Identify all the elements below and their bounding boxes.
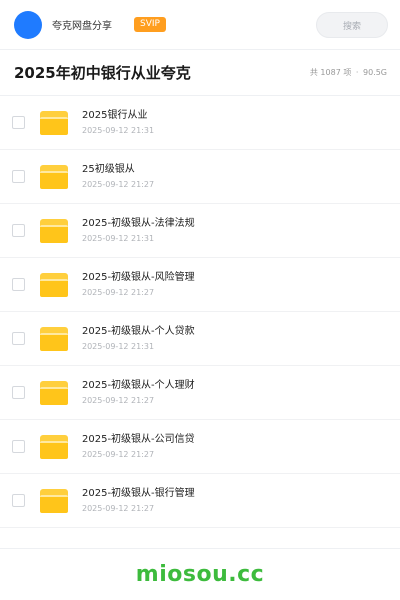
footer: miosou.cc [0,548,400,600]
file-name: 2025银行从业 [82,110,148,121]
select-checkbox[interactable] [12,170,25,183]
search-input[interactable]: 搜索 [316,12,388,38]
file-date: 2025-09-12 21:27 [82,180,155,189]
list-item[interactable]: 2025-初级银从-法律法规 2025-09-12 21:31 [0,204,400,258]
page-title: 2025年初中银行从业夸克 [14,64,191,82]
file-name: 2025-初级银从-法律法规 [82,218,195,229]
list-item[interactable]: 2025-初级银从-个人贷款 2025-09-12 21:31 [0,312,400,366]
list-item[interactable]: 2025-初级银从-公司信贷 2025-09-12 21:27 [0,420,400,474]
file-name: 2025-初级银从-风险管理 [82,272,195,283]
file-name: 2025-初级银从-银行管理 [82,488,195,499]
file-date: 2025-09-12 21:31 [82,342,155,351]
list-item[interactable]: 2025-初级银从-风险管理 2025-09-12 21:27 [0,258,400,312]
folder-meta: 共 1087 项 · 90.5G [310,67,387,78]
file-date: 2025-09-12 21:27 [82,450,155,459]
folder-icon [40,488,68,513]
search-placeholder: 搜索 [342,21,361,32]
folder-icon [40,380,68,405]
select-checkbox[interactable] [12,332,25,345]
folder-icon [40,218,68,243]
file-list: 2025银行从业 2025-09-12 21:31 25初级银从 2025-09… [0,96,400,528]
select-checkbox[interactable] [12,494,25,507]
file-name: 25初级银从 [82,164,135,175]
list-item[interactable]: 25初级银从 2025-09-12 21:27 [0,150,400,204]
select-checkbox[interactable] [12,278,25,291]
file-info: 2025-初级银从-个人理财 2025-09-12 21:27 [82,379,195,406]
list-item[interactable]: 2025-初级银从-个人理财 2025-09-12 21:27 [0,366,400,420]
file-info: 25初级银从 2025-09-12 21:27 [82,163,154,190]
folder-icon [40,272,68,297]
select-checkbox[interactable] [12,386,25,399]
watermark-brand: miosou.cc [135,562,265,587]
select-checkbox[interactable] [12,116,25,129]
file-info: 2025银行从业 2025-09-12 21:31 [82,109,154,136]
file-date: 2025-09-12 21:31 [82,234,155,243]
share-owner-name: 夸克网盘分享 [52,21,112,32]
file-info: 2025-初级银从-风险管理 2025-09-12 21:27 [82,271,195,298]
title-bar: 2025年初中银行从业夸克 共 1087 项 · 90.5G [0,50,400,96]
file-info: 2025-初级银从-法律法规 2025-09-12 21:31 [82,217,195,244]
folder-icon [40,326,68,351]
folder-icon [40,110,68,135]
meta-separator: · [355,68,359,77]
avatar[interactable] [14,10,42,39]
file-name: 2025-初级银从-公司信贷 [82,434,195,445]
list-item[interactable]: 2025银行从业 2025-09-12 21:31 [0,96,400,150]
file-name: 2025-初级银从-个人贷款 [82,326,195,337]
file-date: 2025-09-12 21:31 [82,126,155,135]
svip-badge: SVIP [134,17,166,32]
file-date: 2025-09-12 21:27 [82,504,155,513]
app-header: 夸克网盘分享 SVIP 搜索 [0,0,400,50]
file-date: 2025-09-12 21:27 [82,288,155,297]
list-item[interactable]: 2025-初级银从-银行管理 2025-09-12 21:27 [0,474,400,528]
folder-icon [40,164,68,189]
total-size: 90.5G [362,68,387,77]
item-count: 共 1087 项 [309,68,352,77]
file-info: 2025-初级银从-公司信贷 2025-09-12 21:27 [82,433,195,460]
select-checkbox[interactable] [12,224,25,237]
file-info: 2025-初级银从-银行管理 2025-09-12 21:27 [82,487,195,514]
file-name: 2025-初级银从-个人理财 [82,380,195,391]
folder-icon [40,434,68,459]
select-checkbox[interactable] [12,440,25,453]
file-date: 2025-09-12 21:27 [82,396,155,405]
file-info: 2025-初级银从-个人贷款 2025-09-12 21:31 [82,325,195,352]
